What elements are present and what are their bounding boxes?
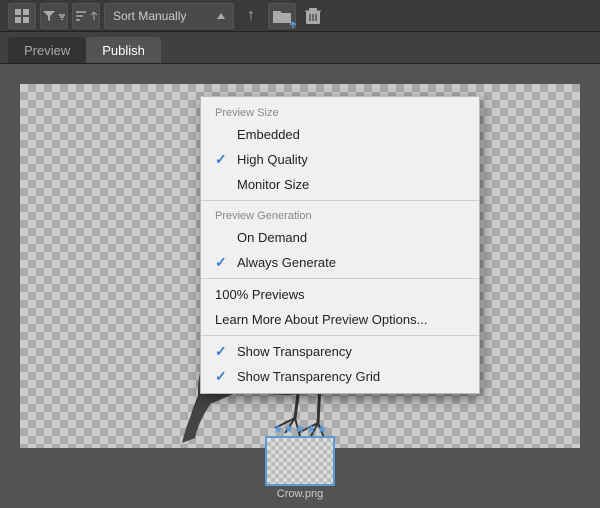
- menu-item-on-demand[interactable]: On Demand: [201, 225, 479, 250]
- tabs-bar: Preview Publish: [0, 32, 600, 64]
- menu-item-high-quality[interactable]: ✓ High Quality: [201, 147, 479, 172]
- checkmark-always-generate: ✓: [215, 254, 227, 271]
- sort-dropdown-label: Sort Manually: [113, 9, 211, 23]
- delete-button[interactable]: [300, 3, 326, 29]
- star-2: [284, 424, 294, 434]
- menu-item-monitor-size[interactable]: Monitor Size: [201, 172, 479, 197]
- filter-icon[interactable]: [40, 3, 68, 29]
- checkmark-show-transparency: ✓: [215, 343, 227, 360]
- sort-dropdown-arrow: [217, 13, 225, 19]
- menu-item-learn-more[interactable]: Learn More About Preview Options...: [201, 307, 479, 332]
- menu-divider-2: [201, 278, 479, 279]
- menu-item-embedded[interactable]: Embedded: [201, 122, 479, 147]
- menu-item-100-previews[interactable]: 100% Previews: [201, 282, 479, 307]
- menu-item-show-transparency[interactable]: ✓ Show Transparency: [201, 339, 479, 364]
- grid-view-icon[interactable]: [8, 3, 36, 29]
- star-5: [317, 424, 327, 434]
- upload-button[interactable]: ↑: [238, 3, 264, 29]
- toolbar: Sort Manually ↑: [0, 0, 600, 32]
- tab-preview[interactable]: Preview: [8, 37, 86, 63]
- thumbnail-stars: [273, 424, 327, 434]
- star-4: [306, 424, 316, 434]
- menu-item-show-grid[interactable]: ✓ Show Transparency Grid: [201, 364, 479, 389]
- checkmark-show-grid: ✓: [215, 368, 227, 385]
- star-3: [295, 424, 305, 434]
- thumbnail-image[interactable]: [265, 436, 335, 486]
- thumbnail-area: Crow.png: [265, 424, 335, 500]
- sort-dropdown[interactable]: Sort Manually: [104, 3, 234, 29]
- menu-divider-1: [201, 200, 479, 201]
- menu-divider-3: [201, 335, 479, 336]
- sort-icon[interactable]: [72, 3, 100, 29]
- tab-publish[interactable]: Publish: [86, 37, 161, 63]
- star-1: [273, 424, 283, 434]
- preview-size-label: Preview Size: [201, 101, 479, 122]
- main-content: Preview Size Embedded ✓ High Quality Mon…: [0, 64, 600, 508]
- menu-item-always-generate[interactable]: ✓ Always Generate: [201, 250, 479, 275]
- thumbnail-label: Crow.png: [277, 488, 323, 500]
- folder-icon[interactable]: [268, 3, 296, 29]
- checkmark-high-quality: ✓: [215, 151, 227, 168]
- preview-generation-label: Preview Generation: [201, 204, 479, 225]
- dropdown-menu: Preview Size Embedded ✓ High Quality Mon…: [200, 96, 480, 394]
